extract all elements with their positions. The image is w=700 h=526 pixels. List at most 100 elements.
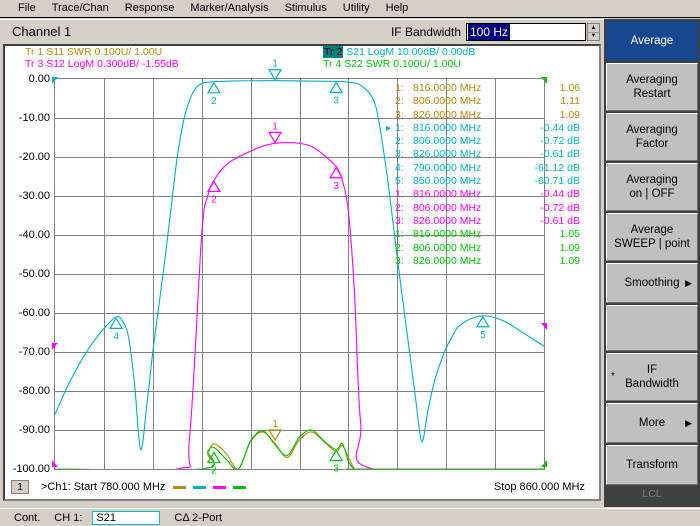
softkey-transform[interactable]: Transform [606, 445, 698, 485]
softkey-label: IF Bandwidth [625, 364, 679, 390]
marker-readout-value: -0.72 dB [540, 135, 580, 148]
trace-format-tr1: S11 SWR 0.100U/ 1.00U [46, 46, 163, 58]
marker-readout-index: 1: [395, 82, 404, 94]
marker-triangle-icon[interactable] [109, 317, 124, 329]
softkey-averaging-on-off[interactable]: Averaging on | OFF [606, 163, 698, 211]
softkey-average[interactable]: Average [606, 21, 698, 61]
stimulus-line: 1 >Ch1: Start 780.000 MHz Stop 860.000 M… [5, 477, 599, 497]
marker-readout-frequency: 806.0000 MHz [413, 201, 482, 214]
menu-item-utility[interactable]: Utility [335, 0, 378, 17]
y-axis-tick-7: -70.00 [18, 346, 50, 358]
marker-triangle-icon[interactable] [267, 69, 283, 81]
trace-status-tr4[interactable]: Tr 4 S22 SWR 0.100U/ 1.00U [323, 58, 461, 70]
marker-readout-value: 1.06 [559, 82, 580, 94]
chevron-right-icon: ▶ [685, 418, 692, 428]
marker-label: 5 [480, 330, 486, 341]
softkey-more[interactable]: More ▶ [606, 403, 698, 443]
marker-triangle-icon[interactable] [206, 81, 221, 94]
if-bandwidth-spinner[interactable]: ▲ ▼ [587, 23, 600, 41]
status-parameter[interactable]: S21 [92, 510, 161, 525]
marker-readout-frequency: 816.0000 MHz [413, 121, 482, 134]
marker-readout-frequency: 806.0000 MHz [413, 95, 482, 108]
trace-format-tr4: S22 SWR 0.100U/ 1.00U [344, 58, 461, 70]
status-sweep-mode[interactable]: Cont. [14, 512, 40, 524]
softkey-average-sweep-point[interactable]: Average SWEEP | point [606, 213, 698, 261]
trace-status-lines: Tr 1 S11 SWR 0.100U/ 1.00U Tr 3 S12 LogM… [5, 46, 599, 70]
marker-readout-value: -61.12 dB [534, 161, 580, 174]
trace-status-tr3[interactable]: Tr 3 S12 LogM 0.300dB/ -1.55dB [25, 58, 179, 70]
softkey-label: Averaging Factor [626, 124, 678, 150]
menu-item-response[interactable]: Response [117, 0, 183, 17]
marker-triangle-icon[interactable] [329, 166, 344, 179]
swatch-tr1-icon [173, 485, 187, 489]
marker-triangle-icon[interactable] [267, 429, 283, 442]
softkey-menu[interactable]: Average Averaging Restart Averaging Factor Av… [604, 19, 700, 507]
marker-label: 3 [333, 464, 339, 475]
marker-label: 1 [272, 121, 278, 132]
marker-readout-value: 1.11 [560, 95, 580, 108]
marker-label: 4 [113, 331, 119, 342]
marker-readout-value: -0.61 dB [540, 148, 580, 161]
menu-item-trace-chan[interactable]: Trace/Chan [44, 0, 117, 17]
marker-readout-index: 2: [395, 241, 404, 254]
softkey-label: Transform [626, 459, 678, 471]
softkey-averaging-factor[interactable]: Averaging Factor [606, 113, 698, 161]
softkey-averaging-restart[interactable]: Averaging Restart [606, 63, 698, 111]
measurement-display[interactable]: Tr 1 S11 SWR 0.100U/ 1.00U Tr 3 S12 LogM… [3, 44, 601, 501]
marker-readout-frequency: 816.0000 MHz [413, 188, 482, 201]
sweep-stop-label[interactable]: Stop 860.000 MHz [494, 481, 585, 493]
spinner-up-icon[interactable]: ▲ [588, 24, 599, 33]
softkey-smoothing[interactable]: Smoothing ▶ [606, 263, 698, 303]
marker-triangle-icon[interactable] [206, 451, 221, 464]
marker-readout-frequency: 826.0000 MHz [413, 108, 482, 121]
marker-readout-value: -0.72 dB [540, 201, 580, 214]
marker-triangle-icon[interactable] [329, 81, 344, 93]
marker-readout-index: 3: [395, 254, 404, 267]
marker-label: 1 [272, 419, 278, 430]
menu-item-help[interactable]: Help [378, 0, 417, 17]
if-bandwidth-control[interactable]: IF Bandwidth 100 Hz ▲ ▼ [391, 22, 600, 42]
menu-item-file[interactable]: File [10, 0, 44, 17]
softkey-blank[interactable] [606, 305, 698, 351]
marker-readout-index: 1: [395, 228, 404, 241]
status-bar: Cont. CH 1: S21 CΔ 2-Port [0, 508, 700, 526]
status-cal-state[interactable]: CΔ 2-Port [174, 512, 222, 524]
trace-tag-tr1: Tr 1 [25, 46, 44, 58]
marker-label: 2 [211, 194, 217, 205]
spinner-down-icon[interactable]: ▼ [588, 32, 599, 40]
y-axis-tick-6: -60.00 [18, 307, 50, 319]
marker-label: 2 [211, 96, 217, 107]
marker-readout-index: 3: [395, 108, 404, 121]
softkey-if-bandwidth[interactable]: * IF Bandwidth [606, 353, 698, 401]
marker-readout-index: 1: [395, 121, 404, 134]
sweep-start-label[interactable]: >Ch1: Start 780.000 MHz [41, 481, 165, 493]
if-bandwidth-input[interactable]: 100 Hz [466, 23, 586, 41]
marker-label: 1 [272, 59, 278, 70]
y-axis-tick-5: -50.00 [18, 268, 50, 280]
menu-item-marker-analysis[interactable]: Marker/Analysis [182, 0, 276, 17]
channel-bar: Channel 1 IF Bandwidth 100 Hz ▲ ▼ [0, 19, 604, 43]
marker-triangle-icon[interactable] [267, 131, 283, 144]
trace-status-tr2[interactable]: Tr 2 S21 LogM 10.00dB/ 0.00dB [323, 46, 475, 58]
y-axis-tick-9: -90.00 [18, 424, 50, 436]
swatch-tr4-icon [233, 485, 247, 489]
marker-readout-frequency: 790.0000 MHz [413, 161, 482, 174]
trace-format-tr2: S21 LogM 10.00dB/ 0.00dB [346, 46, 476, 58]
softkey-label: Average SWEEP | point [614, 224, 690, 250]
menu-item-stimulus[interactable]: Stimulus [277, 0, 335, 17]
marker-triangle-icon[interactable] [475, 315, 490, 328]
y-axis-tick-8: -80.00 [18, 385, 50, 397]
trace-status-tr1[interactable]: Tr 1 S11 SWR 0.100U/ 1.00U [25, 46, 162, 58]
softkey-label: More [638, 417, 666, 429]
active-channel-badge[interactable]: 1 [11, 480, 29, 494]
y-axis-tick-10: -100.00 [12, 463, 50, 475]
marker-readout-frequency: 816.0000 MHz [413, 228, 482, 241]
marker-readout-index: 2: [395, 95, 404, 108]
swatch-tr2-icon [193, 485, 207, 489]
if-bandwidth-label: IF Bandwidth [390, 25, 461, 39]
y-axis-tick-2: -20.00 [18, 151, 50, 163]
trace-tag-tr4: Tr 4 [323, 58, 342, 70]
marker-readout-value: 1.05 [559, 228, 580, 241]
marker-triangle-icon[interactable] [329, 449, 344, 462]
marker-triangle-icon[interactable] [206, 180, 221, 193]
